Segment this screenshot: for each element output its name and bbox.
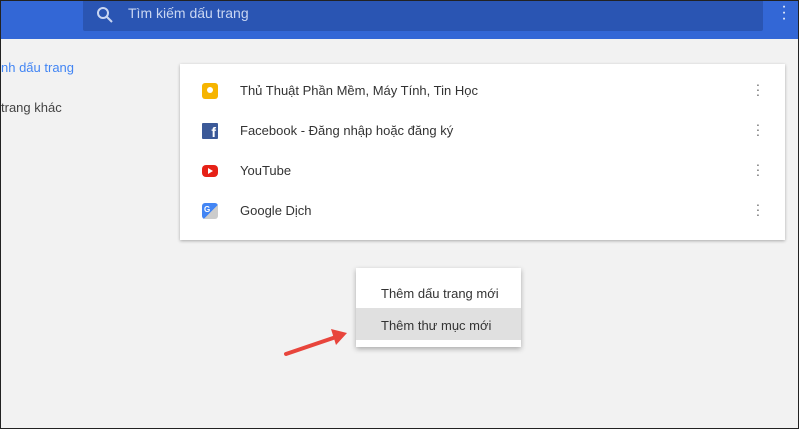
more-options-icon[interactable]: · · · (780, 0, 788, 27)
top-bar: Tìm kiếm dấu trang · · · (1, 0, 798, 39)
more-icon[interactable]: · · · (755, 117, 761, 141)
bookmark-title: Facebook - Đăng nhập hoặc đăng ký (240, 123, 454, 138)
menu-item-add-bookmark[interactable]: Thêm dấu trang mới (356, 276, 521, 308)
bookmark-row[interactable]: f Facebook - Đăng nhập hoặc đăng ký · · · (180, 111, 785, 151)
more-icon[interactable]: · · · (755, 77, 761, 101)
youtube-icon (202, 165, 218, 177)
search-input[interactable]: Tìm kiếm dấu trang (83, 1, 763, 31)
bookmark-title: YouTube (240, 163, 292, 178)
bulb-icon (202, 83, 218, 99)
sidebar-item-other[interactable]: trang khác (1, 100, 62, 115)
pointer-arrow (284, 329, 347, 356)
search-icon (97, 7, 113, 23)
bookmark-title: Thủ Thuật Phần Mềm, Máy Tính, Tin Học (240, 83, 478, 98)
facebook-icon: f (202, 123, 218, 140)
sidebar-item-bookmarks[interactable]: nh dấu trang (1, 60, 74, 75)
bookmark-title: Google Dịch (240, 203, 312, 218)
bookmark-row[interactable]: G Google Dịch · · · (180, 191, 785, 231)
more-icon[interactable]: · · · (755, 197, 761, 221)
bookmark-row[interactable]: Thủ Thuật Phần Mềm, Máy Tính, Tin Học · ·… (180, 71, 785, 111)
bookmark-list: Thủ Thuật Phần Mềm, Máy Tính, Tin Học · ·… (180, 64, 785, 240)
search-placeholder: Tìm kiếm dấu trang (128, 5, 249, 21)
context-menu: Thêm dấu trang mới Thêm thư mục mới (356, 268, 521, 347)
menu-item-add-folder[interactable]: Thêm thư mục mới (356, 308, 521, 340)
bookmark-row[interactable]: YouTube · · · (180, 151, 785, 191)
more-icon[interactable]: · · · (755, 157, 761, 181)
google-translate-icon: G (202, 203, 218, 219)
